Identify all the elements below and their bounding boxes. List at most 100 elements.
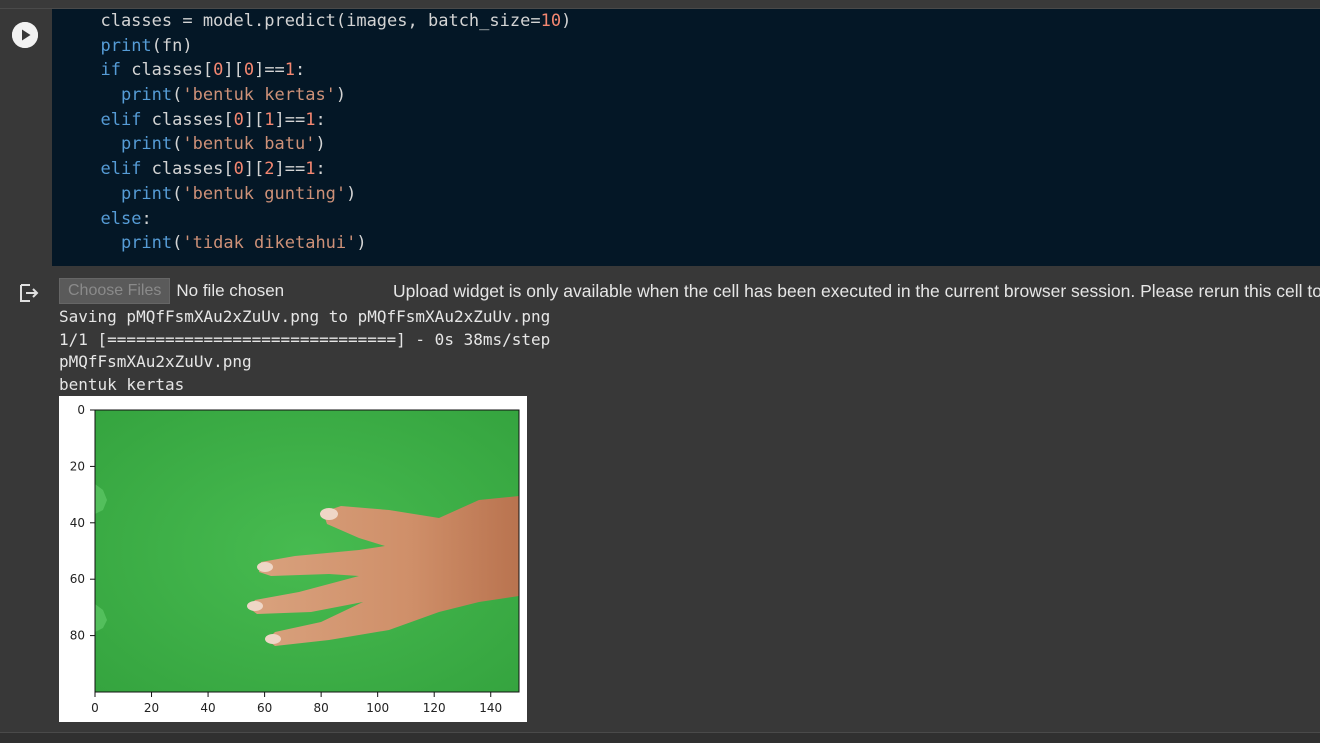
cell-output: Choose Files No file chosen Upload widge… bbox=[0, 266, 1320, 732]
upload-widget-message: Upload widget is only available when the… bbox=[393, 281, 1320, 301]
code-token: ) bbox=[346, 183, 357, 204]
x-tick-label: 140 bbox=[479, 701, 502, 715]
code-line[interactable]: print('bentuk kertas') bbox=[80, 83, 571, 108]
code-line[interactable]: else: bbox=[80, 207, 571, 232]
code-number: 0 bbox=[213, 60, 224, 81]
y-tick-label: 20 bbox=[70, 459, 85, 473]
code-number: 10 bbox=[540, 11, 562, 31]
x-tick-label: 60 bbox=[257, 701, 272, 715]
x-tick-label: 0 bbox=[91, 701, 99, 715]
code-token: classes[ bbox=[120, 60, 214, 81]
stdout-line: bentuk kertas bbox=[59, 374, 185, 394]
code-string: 'tidak diketahui' bbox=[182, 233, 357, 254]
code-token: classes = model.predict(images, batch_si… bbox=[80, 11, 541, 31]
code-keyword: print bbox=[120, 183, 173, 204]
choose-files-button[interactable]: Choose Files bbox=[59, 278, 171, 304]
stdout-text: Saving pMQfFsmXAu2xZuUv.png to pMQfFsmXA… bbox=[59, 306, 550, 396]
code-string: 'bentuk batu' bbox=[182, 134, 316, 155]
x-tick-label: 20 bbox=[144, 701, 159, 715]
code-keyword: elif bbox=[100, 159, 142, 180]
code-token: classes[ bbox=[141, 109, 234, 130]
code-token: ) bbox=[561, 11, 572, 31]
code-token: ][ bbox=[243, 109, 265, 130]
code-line[interactable]: print('tidak diketahui') bbox=[80, 231, 571, 256]
code-token: ) bbox=[315, 134, 326, 155]
code-string: 'bentuk gunting' bbox=[182, 183, 347, 204]
code-line[interactable]: if classes[0][0]==1: bbox=[80, 58, 571, 83]
code-number: 0 bbox=[233, 109, 244, 130]
code-token: ( bbox=[172, 85, 183, 106]
code-number: 0 bbox=[233, 159, 244, 180]
stdout-line: Saving pMQfFsmXAu2xZuUv.png to pMQfFsmXA… bbox=[59, 307, 551, 326]
code-token: ]== bbox=[274, 109, 306, 130]
code-number: 1 bbox=[264, 109, 275, 130]
code-line[interactable]: print('bentuk batu') bbox=[80, 132, 571, 157]
code-token: ) bbox=[335, 85, 347, 106]
code-keyword: print bbox=[120, 233, 173, 254]
code-line[interactable]: elif classes[0][1]==1: bbox=[80, 108, 571, 133]
stdout-line: pMQfFsmXAu2xZuUv.png bbox=[59, 352, 252, 371]
code-keyword: if bbox=[100, 60, 121, 81]
code-token: classes[ bbox=[141, 159, 234, 180]
code-token: ( bbox=[172, 183, 183, 204]
y-tick-label: 0 bbox=[77, 403, 85, 417]
play-icon bbox=[12, 22, 38, 48]
x-tick-label: 100 bbox=[366, 701, 389, 715]
code-keyword: elif bbox=[100, 109, 142, 130]
code-keyword: print bbox=[100, 35, 152, 56]
x-tick-label: 80 bbox=[313, 701, 328, 715]
code-line[interactable]: print(fn) bbox=[80, 34, 571, 59]
image-area bbox=[94, 409, 520, 693]
output-redirect-icon[interactable] bbox=[18, 282, 40, 304]
code-editor[interactable]: classes = model.predict(images, batch_si… bbox=[52, 9, 1320, 266]
code-line[interactable]: print('bentuk gunting') bbox=[80, 182, 571, 207]
y-axis: 0 20 40 60 80 bbox=[70, 403, 95, 643]
code-cell[interactable]: classes = model.predict(images, batch_si… bbox=[0, 9, 1320, 266]
code-string: 'bentuk kertas' bbox=[182, 85, 336, 106]
code-token: ]== bbox=[274, 159, 306, 180]
code-number: 1 bbox=[284, 60, 296, 81]
code-line[interactable]: classes = model.predict(images, batch_si… bbox=[80, 9, 571, 34]
code-token: ) bbox=[356, 233, 367, 254]
code-number: 1 bbox=[305, 109, 316, 130]
code-line[interactable]: elif classes[0][2]==1: bbox=[80, 157, 571, 182]
code-token: : bbox=[141, 208, 152, 229]
code-number: 0 bbox=[243, 60, 255, 81]
code-number: 2 bbox=[264, 159, 275, 180]
image-plot: 0 20 40 60 80 100 120 140 0 20 40 60 80 bbox=[59, 396, 527, 722]
code-token: ( bbox=[172, 134, 183, 155]
y-tick-label: 80 bbox=[70, 629, 85, 643]
code-token: : bbox=[315, 159, 326, 180]
code-token: ]== bbox=[254, 60, 285, 81]
code-token: ][ bbox=[243, 159, 265, 180]
code-token: ][ bbox=[223, 60, 244, 81]
no-file-label: No file chosen bbox=[176, 281, 285, 300]
code-keyword: print bbox=[120, 134, 173, 155]
upload-widget: Choose Files No file chosen bbox=[59, 278, 284, 304]
code-token: : bbox=[295, 60, 306, 81]
plot-canvas: 0 20 40 60 80 100 120 140 0 20 40 60 80 bbox=[70, 403, 520, 715]
code-text[interactable]: classes = model.predict(images, batch_si… bbox=[80, 9, 571, 256]
code-token: ( bbox=[172, 233, 183, 254]
code-number: 1 bbox=[305, 159, 316, 180]
code-keyword: print bbox=[120, 85, 173, 106]
bottom-divider bbox=[0, 732, 1320, 743]
y-tick-label: 60 bbox=[70, 572, 85, 586]
x-axis: 0 20 40 60 80 100 120 140 bbox=[91, 692, 502, 715]
y-tick-label: 40 bbox=[70, 516, 85, 530]
x-tick-label: 120 bbox=[423, 701, 446, 715]
run-cell-button[interactable] bbox=[12, 22, 38, 48]
code-token: (fn) bbox=[151, 35, 193, 56]
top-divider bbox=[0, 0, 1320, 9]
code-keyword: else bbox=[100, 208, 142, 229]
cell-gutter bbox=[0, 9, 52, 266]
